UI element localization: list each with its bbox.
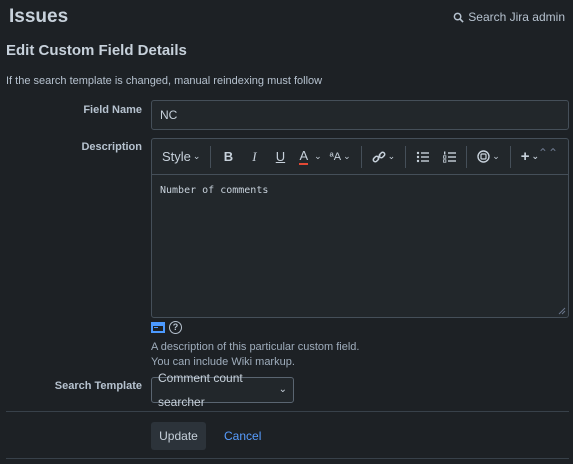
divider <box>6 458 569 459</box>
help-icon[interactable]: ? <box>169 321 182 334</box>
description-label: Description <box>81 141 142 153</box>
collapse-toolbar-icon[interactable]: ⌃⌃ <box>538 146 558 160</box>
app-title[interactable]: Issues <box>9 6 68 28</box>
underline-button[interactable]: U <box>269 145 291 169</box>
chevron-down-icon: ⌄ <box>314 151 322 161</box>
bold-button[interactable]: B <box>217 145 239 169</box>
plus-icon: + <box>520 148 530 165</box>
wiki-renderer-icon[interactable] <box>151 322 165 333</box>
chevron-down-icon: ⌄ <box>492 151 500 161</box>
bullet-list-button[interactable] <box>412 145 433 169</box>
toolbar-divider <box>210 145 212 168</box>
search-jira-admin-label: Search Jira admin <box>468 10 565 24</box>
toolbar-divider <box>509 145 511 168</box>
chevron-down-icon: ⌄ <box>192 151 201 161</box>
field-name-input[interactable]: NC <box>151 100 569 130</box>
style-label: Style <box>162 149 191 164</box>
helper-icons: ? <box>151 321 182 334</box>
chevron-down-icon: ⌄ <box>278 384 287 395</box>
search-icon <box>453 12 464 23</box>
cancel-link[interactable]: Cancel <box>224 429 261 443</box>
style-dropdown[interactable]: Style ⌄ <box>158 145 204 169</box>
reindex-notice: If the search template is changed, manua… <box>6 75 323 87</box>
toolbar-divider <box>405 145 407 168</box>
numbered-list-button[interactable] <box>439 145 460 169</box>
search-jira-admin-link[interactable]: Search Jira admin <box>453 10 565 24</box>
search-template-value: Comment count searcher <box>158 371 243 409</box>
description-textarea[interactable]: Number of comments <box>152 175 568 206</box>
divider <box>6 411 569 412</box>
more-formatting-icon: ªA <box>329 150 342 163</box>
field-name-label: Field Name <box>83 104 142 116</box>
emoji-button[interactable]: ⌄ <box>473 145 504 169</box>
numbered-list-icon <box>443 151 457 163</box>
page-title: Edit Custom Field Details <box>6 42 187 59</box>
link-button[interactable]: ⌄ <box>368 145 400 169</box>
bullet-list-icon <box>416 151 430 162</box>
italic-button[interactable]: I <box>243 145 265 169</box>
header: Issues Search Jira admin <box>0 0 573 34</box>
editor-toolbar: Style ⌄ B I U A ⌄ ªA ⌄ ⌄ ⌄ + ⌄ ⌃⌃ <box>152 139 568 175</box>
toolbar-divider <box>360 145 362 168</box>
resize-grip-icon[interactable] <box>558 307 566 315</box>
chevron-down-icon: ⌄ <box>343 151 351 161</box>
text-color-icon: A <box>299 147 309 165</box>
chevron-down-icon: ⌄ <box>387 151 396 161</box>
toolbar-divider <box>466 145 468 168</box>
description-editor: Style ⌄ B I U A ⌄ ªA ⌄ ⌄ ⌄ + ⌄ ⌃⌃ Number… <box>151 138 569 318</box>
search-template-label: Search Template <box>54 380 142 392</box>
search-template-select[interactable]: Comment count searcher ⌄ <box>151 371 294 409</box>
text-color-button[interactable]: A ⌄ <box>295 145 325 169</box>
emoji-icon <box>477 150 490 163</box>
helper-line: A description of this particular custom … <box>151 341 360 353</box>
update-button[interactable]: Update <box>151 422 206 450</box>
link-icon <box>372 151 386 162</box>
more-formatting-button[interactable]: ªA ⌄ <box>326 145 355 169</box>
